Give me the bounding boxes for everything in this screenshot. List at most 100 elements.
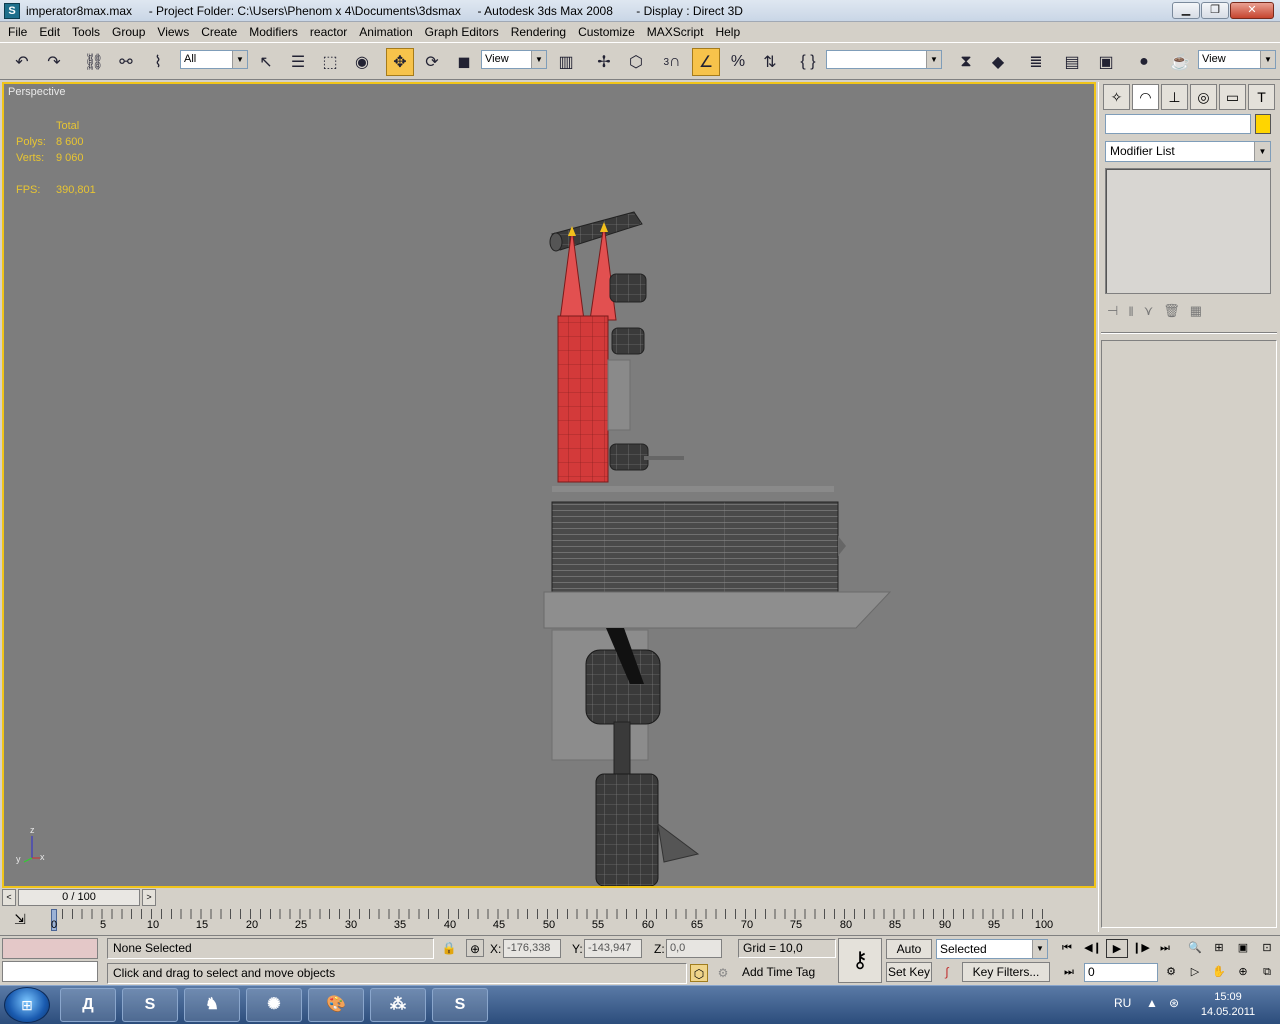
configure-sets-icon[interactable]: ▦ (1190, 303, 1202, 319)
next-key-icon[interactable]: ❙▶ (1130, 939, 1152, 958)
schematic-view-icon[interactable]: ▣ (1092, 48, 1120, 76)
current-frame-field[interactable]: 0 (1084, 963, 1158, 982)
minimize-button[interactable]: ▁ (1172, 2, 1200, 19)
zoom-extents-all-icon[interactable]: ⊡ (1256, 939, 1278, 958)
time-slider[interactable]: < 0 / 100 > (2, 889, 1096, 907)
menu-views[interactable]: Views (151, 23, 195, 41)
hierarchy-tab-icon[interactable]: ⊥ (1161, 84, 1188, 110)
key-mode-toggle-icon[interactable]: ⏭ (1058, 963, 1080, 982)
x-coordinate-field[interactable]: -176,338 (503, 939, 561, 958)
set-key-button[interactable]: Set Key (886, 962, 932, 982)
layer-manager-icon[interactable]: ≣ (1022, 48, 1050, 76)
align-icon[interactable]: ◆ (984, 48, 1012, 76)
pin-stack-icon[interactable]: ⊣ (1107, 303, 1118, 319)
make-unique-icon[interactable]: ⋎ (1144, 303, 1154, 319)
select-link-icon[interactable]: ⛓ (80, 48, 108, 76)
mirror-icon[interactable]: ⧗ (952, 48, 980, 76)
pan-view-icon[interactable]: ✋ (1208, 963, 1230, 982)
time-tag-icon[interactable]: ⚙ (714, 964, 732, 982)
tray-expand-icon[interactable]: ▲ (1144, 996, 1160, 1012)
field-of-view-icon[interactable]: ▷ (1184, 963, 1206, 982)
menu-customize[interactable]: Customize (572, 23, 641, 41)
menu-maxscript[interactable]: MAXScript (641, 23, 710, 41)
curve-editor-icon[interactable]: ▤ (1058, 48, 1086, 76)
render-setup-icon[interactable]: ☕ (1166, 48, 1194, 76)
close-button[interactable]: ✕ (1230, 2, 1274, 19)
daemon-tools-icon[interactable]: Д (60, 988, 116, 1022)
object-name-input[interactable] (1105, 114, 1251, 134)
language-indicator[interactable]: RU (1114, 996, 1131, 1010)
absolute-mode-transform-icon[interactable]: ⊕ (466, 939, 484, 957)
next-frame-icon[interactable]: > (142, 889, 156, 906)
scene-model[interactable] (4, 84, 1094, 886)
menu-tools[interactable]: Tools (66, 23, 106, 41)
manipulate-icon[interactable]: ✢ (590, 48, 618, 76)
unlink-icon[interactable]: ⚯ (112, 48, 140, 76)
edit-named-selection-icon[interactable]: { } (794, 48, 822, 76)
select-by-name-icon[interactable]: ☰ (284, 48, 312, 76)
skype-icon[interactable]: S (432, 988, 488, 1022)
reference-coord-dropdown[interactable]: View ▼ (481, 50, 547, 69)
zoom-all-icon[interactable]: ⊞ (1208, 939, 1230, 958)
menu-modifiers[interactable]: Modifiers (243, 23, 304, 41)
bind-space-warp-icon[interactable]: ⌇ (144, 48, 172, 76)
play-icon[interactable]: ▶ (1106, 939, 1128, 958)
redo-icon[interactable]: ↷ (40, 48, 68, 76)
menu-graph-editors[interactable]: Graph Editors (419, 23, 505, 41)
key-mode-dropdown[interactable]: Selected ▼ (936, 939, 1048, 959)
adaptive-degradation-icon[interactable]: ⬡ (690, 964, 708, 982)
previous-key-icon[interactable]: ◀❙ (1082, 939, 1104, 958)
select-object-icon[interactable]: ↖ (252, 48, 280, 76)
game-app-2-icon[interactable]: ✺ (246, 988, 302, 1022)
select-and-rotate-icon[interactable]: ⟳ (418, 48, 446, 76)
track-bar[interactable]: ⇲ 0 5 10 15 20 25 30 35 40 45 50 55 60 6… (0, 907, 1098, 935)
menu-edit[interactable]: Edit (33, 23, 66, 41)
render-view-dropdown[interactable]: View ▼ (1198, 50, 1276, 69)
network-icon[interactable]: ⊛ (1166, 996, 1182, 1012)
angle-snap-icon[interactable]: ∠ (692, 48, 720, 76)
maximize-button[interactable]: ❐ (1201, 2, 1229, 19)
modifier-list-dropdown[interactable]: Modifier List ▼ (1105, 141, 1271, 162)
menu-help[interactable]: Help (709, 23, 746, 41)
menu-file[interactable]: File (2, 23, 33, 41)
maxscript-listener-bottom[interactable] (2, 961, 98, 982)
y-coordinate-field[interactable]: -143,947 (584, 939, 642, 958)
window-crossing-icon[interactable]: ◉ (348, 48, 376, 76)
go-to-end-icon[interactable]: ⏭ (1154, 939, 1176, 958)
paint-icon[interactable]: 🎨 (308, 988, 364, 1022)
select-and-scale-icon[interactable]: ◼ (450, 48, 478, 76)
time-slider-thumb[interactable]: 0 / 100 (18, 889, 140, 906)
rectangular-selection-icon[interactable]: ⬚ (316, 48, 344, 76)
perspective-viewport[interactable]: Perspective Total Polys: 8 600 Verts: 9 06… (2, 82, 1096, 888)
display-tab-icon[interactable]: ▭ (1219, 84, 1246, 110)
zoom-icon[interactable]: 🔍 (1184, 939, 1206, 958)
start-button[interactable]: ⊞ (4, 987, 50, 1023)
create-tab-icon[interactable]: ✧ (1103, 84, 1130, 110)
selection-lock-icon[interactable]: 🔒 (440, 939, 458, 957)
system-clock[interactable]: 15:09 14.05.2011 (1196, 990, 1260, 1020)
pivot-center-icon[interactable]: ▥ (552, 48, 580, 76)
previous-frame-icon[interactable]: < (2, 889, 16, 906)
auto-key-button[interactable]: Auto Key (886, 939, 932, 974)
maxscript-listener-top[interactable] (2, 938, 98, 959)
menu-create[interactable]: Create (195, 23, 243, 41)
game-app-1-icon[interactable]: ♞ (184, 988, 240, 1022)
time-configuration-icon[interactable]: ⚙ (1160, 963, 1182, 982)
open-mini-curve-editor-icon[interactable]: ⇲ (8, 911, 32, 931)
keyboard-shortcut-override-icon[interactable]: ⬡ (622, 48, 650, 76)
object-color-swatch[interactable] (1255, 114, 1271, 134)
3ds-max-taskbar-icon[interactable]: S (122, 988, 178, 1022)
media-app-icon[interactable]: ⁂ (370, 988, 426, 1022)
go-to-start-icon[interactable]: ⏮ (1056, 939, 1078, 958)
3ds-max-icon[interactable]: S (4, 2, 20, 19)
utilities-tab-icon[interactable]: T (1248, 84, 1275, 110)
percent-snap-icon[interactable]: % (724, 48, 752, 76)
default-in-out-tangents-icon[interactable]: ∫ (938, 963, 956, 981)
menu-group[interactable]: Group (106, 23, 151, 41)
snaps-toggle-icon[interactable]: 3 ∩ (658, 48, 686, 76)
undo-icon[interactable]: ↶ (8, 48, 36, 76)
named-selection-dropdown[interactable]: ▼ (826, 50, 942, 69)
zoom-extents-icon[interactable]: ▣ (1232, 939, 1254, 958)
selection-filter-dropdown[interactable]: All ▼ (180, 50, 248, 69)
modify-tab-icon[interactable]: ◠ (1132, 84, 1159, 110)
